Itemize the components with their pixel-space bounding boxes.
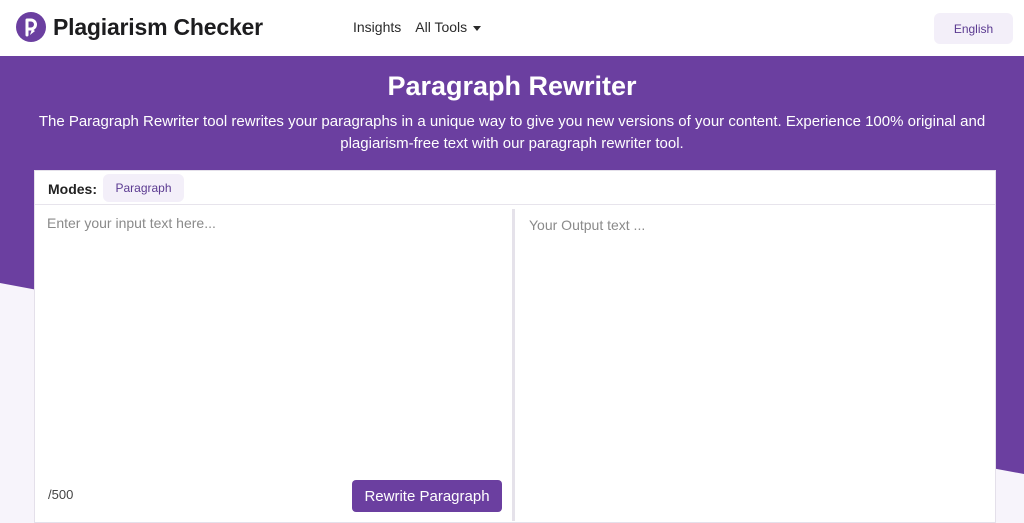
logo-p-icon	[16, 12, 46, 42]
page-description: The Paragraph Rewriter tool rewrites you…	[38, 113, 986, 152]
brand-name: Plagiarism Checker	[53, 13, 263, 40]
page-title: Paragraph Rewriter	[387, 71, 637, 101]
mode-paragraph-tab[interactable]: Paragraph	[103, 174, 184, 202]
chevron-down-icon	[473, 25, 482, 31]
brand-link[interactable]: Plagiarism Checker	[16, 12, 263, 42]
input-textarea[interactable]	[47, 215, 509, 455]
nav-all-tools-label: All Tools	[415, 19, 468, 35]
panel-divider	[512, 209, 515, 521]
char-count: /500	[48, 487, 74, 502]
output-placeholder: Your Output text ...	[529, 217, 646, 233]
nav-insights[interactable]: Insights	[353, 19, 401, 35]
rewrite-paragraph-button[interactable]: Rewrite Paragraph	[352, 480, 502, 512]
navbar: Plagiarism Checker Insights All Tools En…	[0, 0, 1024, 56]
nav-links: Insights All Tools	[353, 19, 495, 35]
rewriter-card: Modes: Paragraph Your Output text ... /5…	[34, 170, 996, 523]
modes-label: Modes:	[48, 181, 97, 197]
language-button[interactable]: English	[934, 13, 1013, 44]
modes-bar: Modes: Paragraph	[35, 171, 995, 205]
nav-all-tools[interactable]: All Tools	[415, 19, 482, 35]
